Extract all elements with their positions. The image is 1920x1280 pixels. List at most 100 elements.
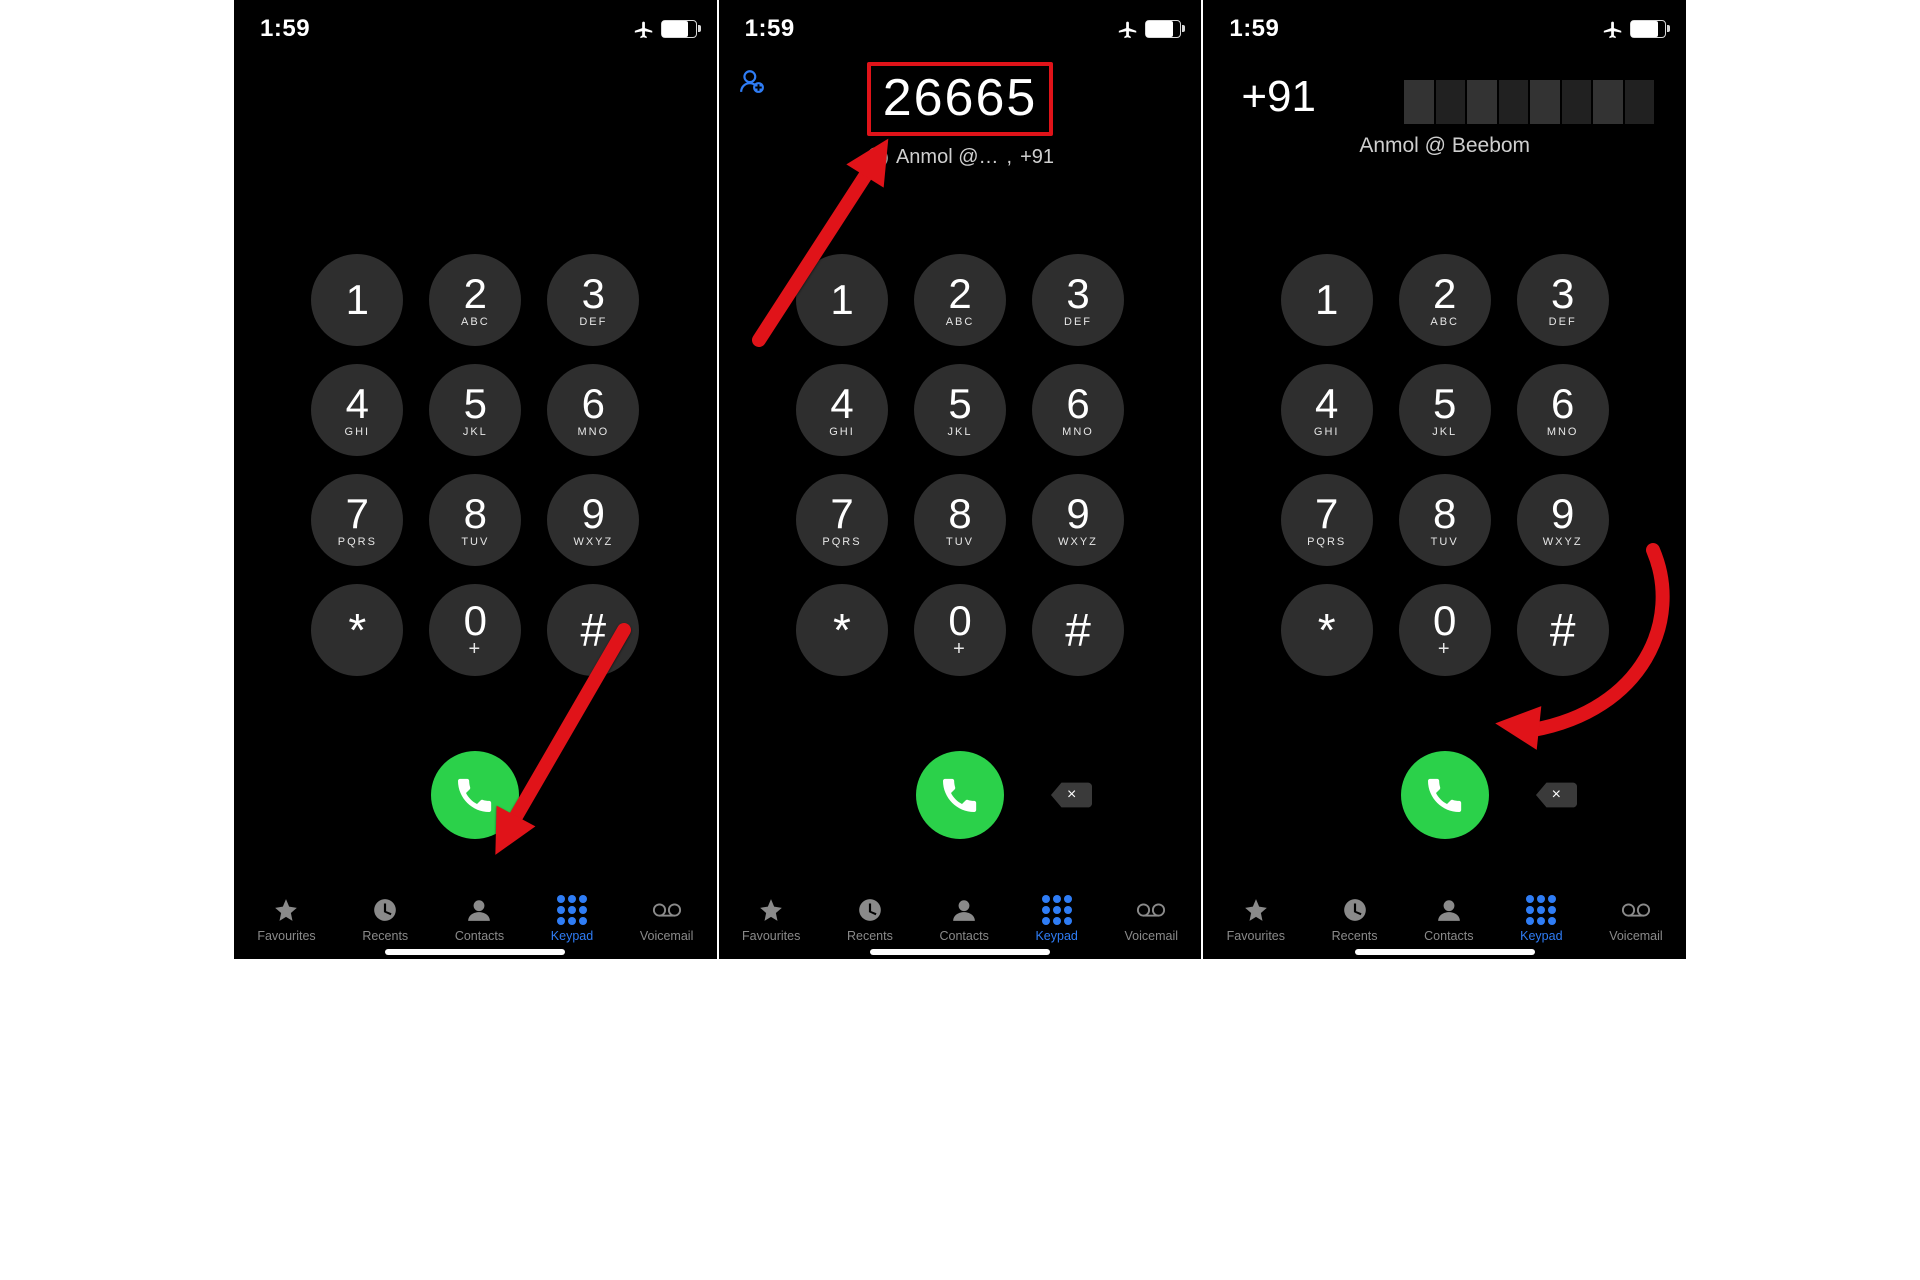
keypad-digit: 7: [830, 493, 853, 535]
person-icon: [1434, 897, 1464, 923]
keypad-key-*[interactable]: *: [311, 584, 403, 676]
keypad-key-7[interactable]: 7PQRS: [311, 474, 403, 566]
tab-label: Contacts: [1424, 929, 1473, 943]
keypad-key-8[interactable]: 8TUV: [1399, 474, 1491, 566]
keypad-key-0[interactable]: 0+: [1399, 584, 1491, 676]
clock-icon: [370, 897, 400, 923]
battery-icon: [661, 20, 697, 38]
tab-label: Contacts: [939, 929, 988, 943]
keypad-key-9[interactable]: 9WXYZ: [1032, 474, 1124, 566]
keypad-key-5[interactable]: 5JKL: [429, 364, 521, 456]
call-button[interactable]: [1401, 751, 1489, 839]
contact-suggestion[interactable]: Anmol @…,+91: [866, 146, 1054, 169]
keypad-digit: 8: [948, 493, 971, 535]
keypad-digit: 9: [1551, 493, 1574, 535]
tab-favourites[interactable]: Favourites: [742, 896, 800, 943]
tab-favourites[interactable]: Favourites: [1227, 896, 1285, 943]
home-indicator[interactable]: [1355, 949, 1535, 955]
keypad-key-8[interactable]: 8TUV: [429, 474, 521, 566]
tab-label: Voicemail: [1125, 929, 1179, 943]
keypad-key-7[interactable]: 7PQRS: [796, 474, 888, 566]
keypad-digit: 6: [1066, 383, 1089, 425]
keypad-key-3[interactable]: 3DEF: [547, 254, 639, 346]
backspace-button[interactable]: ×: [1050, 780, 1092, 810]
keypad-letters: +: [468, 638, 482, 661]
keypad-letters: PQRS: [822, 536, 861, 548]
home-indicator[interactable]: [870, 949, 1050, 955]
keypad-digit: *: [348, 607, 366, 653]
tab-contacts[interactable]: Contacts: [1424, 896, 1473, 943]
tab-contacts[interactable]: Contacts: [939, 896, 988, 943]
keypad-icon: [1526, 895, 1556, 925]
keypad-key-1[interactable]: 1: [796, 254, 888, 346]
keypad-letters: MNO: [1062, 426, 1094, 438]
keypad-digit: 7: [346, 493, 369, 535]
dial-display: [234, 62, 717, 192]
keypad-key-3[interactable]: 3DEF: [1032, 254, 1124, 346]
backspace-button[interactable]: ×: [1535, 780, 1577, 810]
keypad-key-6[interactable]: 6MNO: [1032, 364, 1124, 456]
keypad-key-4[interactable]: 4GHI: [1281, 364, 1373, 456]
keypad-key-*[interactable]: *: [1281, 584, 1373, 676]
tab-recents[interactable]: Recents: [847, 896, 893, 943]
keypad-key-1[interactable]: 1: [1281, 254, 1373, 346]
home-indicator[interactable]: [385, 949, 565, 955]
keypad-letters: TUV: [461, 536, 489, 548]
tab-voicemail[interactable]: Voicemail: [640, 896, 694, 943]
tab-recents[interactable]: Recents: [1332, 896, 1378, 943]
keypad-key-0[interactable]: 0+: [914, 584, 1006, 676]
tab-label: Keypad: [1520, 929, 1562, 943]
keypad-digit: 7: [1315, 493, 1338, 535]
keypad-key-4[interactable]: 4GHI: [311, 364, 403, 456]
keypad-key-6[interactable]: 6MNO: [1517, 364, 1609, 456]
tab-contacts[interactable]: Contacts: [455, 896, 504, 943]
keypad-key-#[interactable]: #: [547, 584, 639, 676]
keypad-key-1[interactable]: 1: [311, 254, 403, 346]
tab-label: Keypad: [551, 929, 593, 943]
dial-display: +91Anmol @ Beebom: [1203, 62, 1686, 192]
dialed-number-prefix: +91: [1241, 72, 1316, 122]
keypad-key-5[interactable]: 5JKL: [1399, 364, 1491, 456]
keypad-letters: WXYZ: [573, 536, 613, 548]
status-bar: 1:59: [719, 0, 1202, 46]
voicemail-icon: [652, 897, 682, 923]
dial-row: ×: [1203, 751, 1686, 839]
call-button[interactable]: [916, 751, 1004, 839]
call-button[interactable]: [431, 751, 519, 839]
suggestion-name: Anmol @…: [896, 146, 999, 169]
keypad-digit: 6: [582, 383, 605, 425]
keypad-key-6[interactable]: 6MNO: [547, 364, 639, 456]
keypad-key-2[interactable]: 2ABC: [914, 254, 1006, 346]
tab-voicemail[interactable]: Voicemail: [1609, 896, 1663, 943]
keypad-key-0[interactable]: 0+: [429, 584, 521, 676]
keypad-key-8[interactable]: 8TUV: [914, 474, 1006, 566]
annotation-highlight: 26665: [867, 62, 1054, 136]
dialed-number: 26665: [883, 68, 1038, 128]
keypad-key-5[interactable]: 5JKL: [914, 364, 1006, 456]
keypad-letters: ABC: [461, 316, 490, 328]
keypad-key-2[interactable]: 2ABC: [1399, 254, 1491, 346]
keypad-key-2[interactable]: 2ABC: [429, 254, 521, 346]
tab-favourites[interactable]: Favourites: [257, 896, 315, 943]
keypad-key-7[interactable]: 7PQRS: [1281, 474, 1373, 566]
tab-voicemail[interactable]: Voicemail: [1125, 896, 1179, 943]
keypad-key-*[interactable]: *: [796, 584, 888, 676]
keypad-letters: GHI: [1314, 426, 1340, 438]
keypad-digit: 6: [1551, 383, 1574, 425]
keypad-letters: DEF: [1549, 316, 1577, 328]
keypad-key-#[interactable]: #: [1032, 584, 1124, 676]
tab-recents[interactable]: Recents: [362, 896, 408, 943]
keypad-key-#[interactable]: #: [1517, 584, 1609, 676]
tab-keypad[interactable]: Keypad: [551, 896, 593, 943]
keypad-key-9[interactable]: 9WXYZ: [1517, 474, 1609, 566]
keypad-key-4[interactable]: 4GHI: [796, 364, 888, 456]
tab-keypad[interactable]: Keypad: [1520, 896, 1562, 943]
keypad-key-9[interactable]: 9WXYZ: [547, 474, 639, 566]
keypad-digit: 8: [1433, 493, 1456, 535]
add-contact-button[interactable]: [739, 68, 765, 97]
tab-keypad[interactable]: Keypad: [1035, 896, 1077, 943]
keypad-key-3[interactable]: 3DEF: [1517, 254, 1609, 346]
phone-screen-1: 1:5912ABC3DEF4GHI5JKL6MNO7PQRS8TUV9WXYZ*…: [234, 0, 717, 959]
close-icon: ×: [1067, 786, 1076, 804]
person-icon: [949, 897, 979, 923]
